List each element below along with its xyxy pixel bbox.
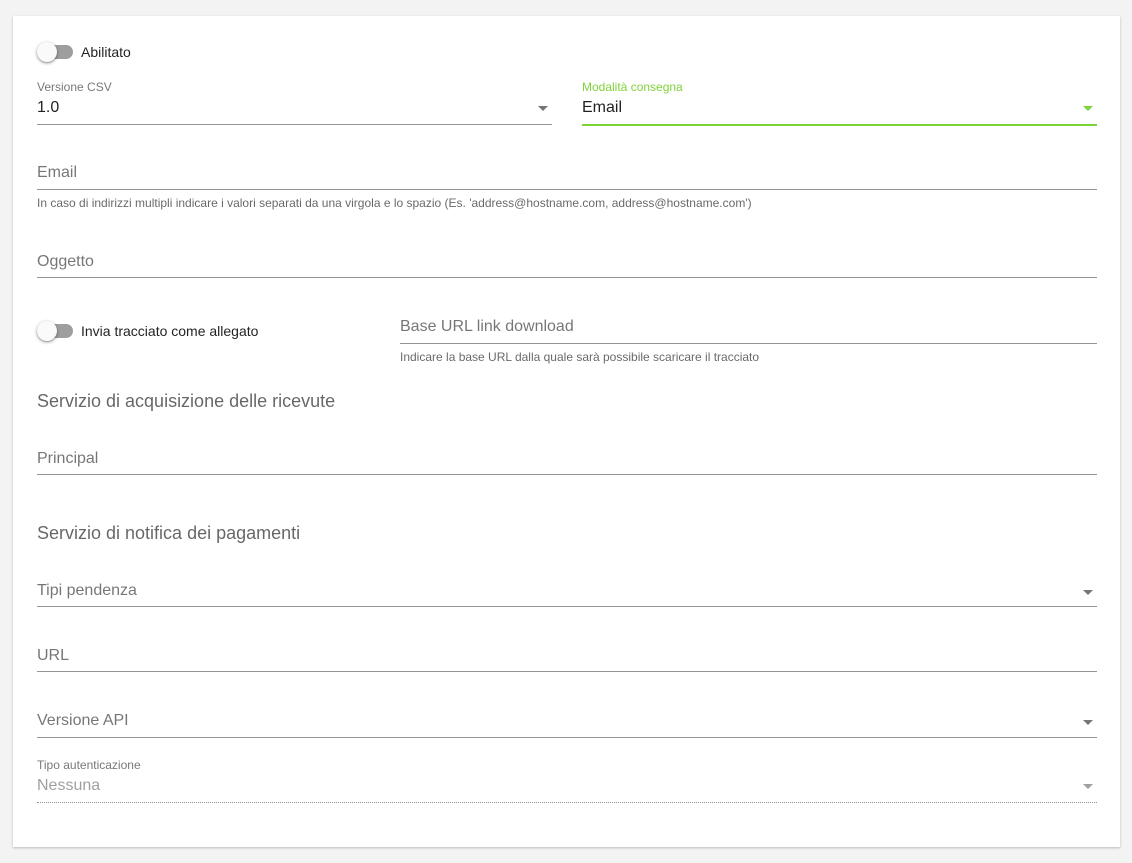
section-title-ricevute: Servizio di acquisizione delle ricevute: [37, 391, 336, 411]
email-label: Email: [37, 164, 78, 181]
base-url-field[interactable]: Base URL link download: [400, 316, 1097, 344]
chevron-down-icon: [538, 106, 548, 111]
base-url-hint: Indicare la base URL dalla quale sarà po…: [400, 350, 760, 364]
oggetto-field[interactable]: Oggetto: [37, 251, 1097, 278]
modalita-consegna-value: Email: [582, 99, 623, 116]
tipo-autenticazione-select: Tipo autenticazione Nessuna: [37, 758, 1097, 803]
modalita-consegna-select[interactable]: Modalità consegna Email: [582, 80, 1097, 126]
versione-csv-select[interactable]: Versione CSV 1.0: [37, 80, 552, 125]
chevron-down-icon: [1083, 720, 1093, 725]
principal-label: Principal: [37, 450, 99, 467]
principal-field[interactable]: Principal: [37, 448, 1097, 475]
versione-csv-value: 1.0: [37, 99, 60, 116]
tipo-autenticazione-label: Tipo autenticazione: [37, 758, 141, 772]
versione-csv-label: Versione CSV: [37, 80, 112, 94]
url-label: URL: [37, 647, 70, 664]
section-title-notifica: Servizio di notifica dei pagamenti: [37, 523, 301, 543]
toggle-thumb: [37, 321, 57, 341]
toggle-thumb: [37, 42, 57, 62]
versione-api-label: Versione API: [37, 712, 129, 729]
email-field[interactable]: Email: [37, 162, 1097, 190]
tipi-pendenza-label: Tipi pendenza: [37, 582, 137, 599]
chevron-down-icon: [1083, 784, 1093, 789]
abilitato-label: Abilitato: [81, 44, 131, 60]
tipi-pendenza-select[interactable]: Tipi pendenza: [37, 580, 1097, 607]
versione-api-select[interactable]: Versione API: [37, 710, 1097, 738]
tipo-autenticazione-value: Nessuna: [37, 777, 101, 794]
abilitato-toggle[interactable]: [37, 42, 73, 62]
oggetto-label: Oggetto: [37, 253, 94, 270]
email-hint: In caso di indirizzi multipli indicare i…: [37, 196, 752, 210]
chevron-down-icon: [1083, 106, 1093, 111]
url-field[interactable]: URL: [37, 645, 1097, 672]
invia-allegato-toggle[interactable]: [37, 321, 73, 341]
modalita-consegna-label: Modalità consegna: [582, 80, 683, 94]
base-url-label: Base URL link download: [400, 318, 574, 335]
settings-card: Abilitato Versione CSV 1.0 Modalità cons…: [13, 16, 1120, 847]
chevron-down-icon: [1083, 590, 1093, 595]
invia-allegato-label: Invia tracciato come allegato: [81, 323, 259, 339]
